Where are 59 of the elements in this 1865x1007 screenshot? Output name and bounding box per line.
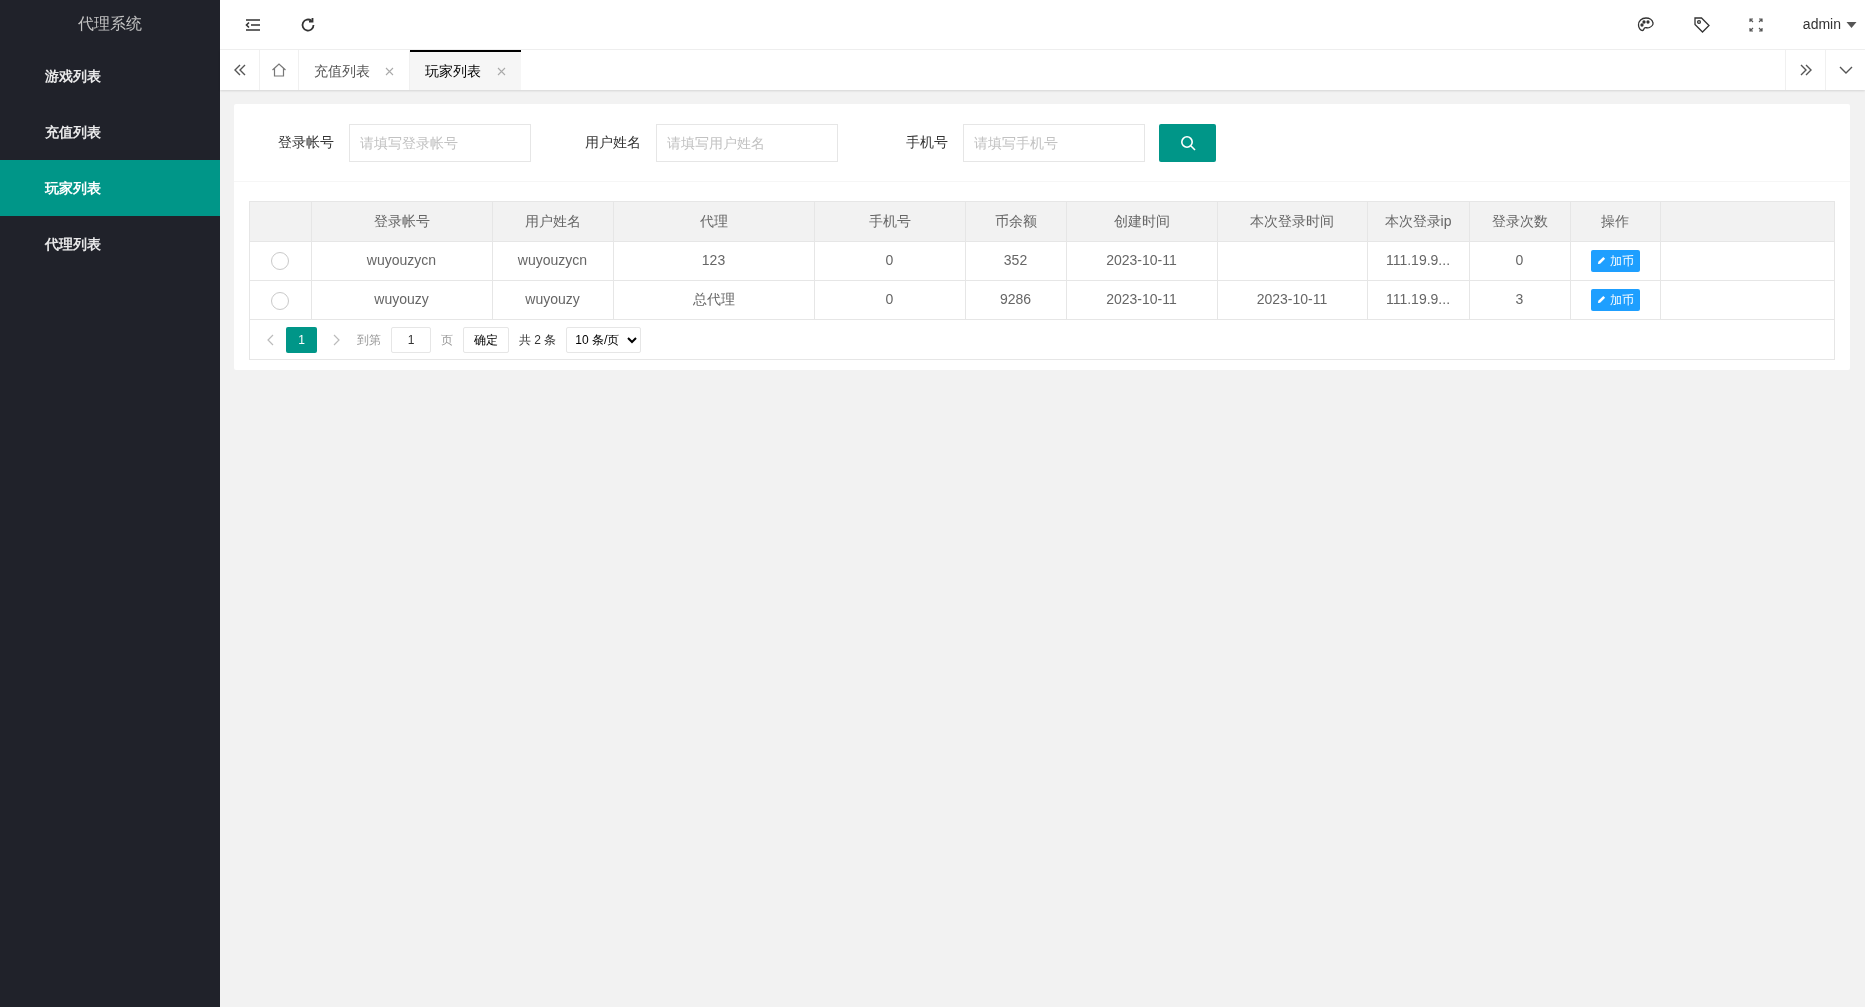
search-field[interactable]: 请填写用户姓名 [656, 123, 838, 162]
table-cell: wuyouzy [525, 291, 580, 308]
column-header: 手机号 [868, 212, 911, 229]
table-cell: 2023-10-11 [1256, 291, 1328, 308]
theme-palette-icon[interactable] [1636, 15, 1655, 34]
menu-collapse-icon[interactable] [245, 16, 261, 33]
page-tab[interactable]: 玩家列表 [410, 50, 521, 90]
table-cell: 总代理 [692, 291, 735, 308]
column-header: 登录次数 [1491, 212, 1548, 229]
sidebar-item[interactable]: 游戏列表 [0, 48, 220, 104]
table-cell: 0 [885, 291, 894, 308]
sidebar-item[interactable]: 充值列表 [0, 104, 220, 160]
field-label: 手机号 [905, 133, 948, 152]
search-icon [1179, 134, 1196, 151]
user-menu[interactable]: admin [1802, 14, 1857, 35]
refresh-icon[interactable] [300, 16, 316, 33]
total-count: 共 2 条 [519, 331, 557, 349]
column-header: 登录帐号 [373, 212, 430, 229]
search-field[interactable]: 请填写手机号 [963, 123, 1145, 162]
sidebar-item[interactable]: 代理列表 [0, 216, 220, 272]
app-title: 代理系统 [78, 14, 142, 34]
table-cell: 3 [1515, 291, 1524, 308]
column-header: 创建时间 [1113, 212, 1170, 229]
column-header: 操作 [1601, 212, 1629, 229]
table-cell: 0 [885, 252, 894, 268]
page-unit-label: 页 [441, 331, 453, 349]
table-cell: wuyouzycn [517, 252, 588, 268]
page-size-select[interactable]: 10 条/页 [566, 326, 642, 353]
column-header: 币余额 [994, 212, 1037, 229]
search-field[interactable]: 请填写登录帐号 [349, 123, 531, 162]
table-cell: 111.19.9... [1385, 291, 1451, 308]
close-icon[interactable] [497, 66, 506, 76]
table-cell: 2023-10-11 [1106, 252, 1177, 268]
table-cell: wuyouzycn [366, 252, 437, 268]
field-label: 登录帐号 [277, 133, 334, 152]
column-header: 本次登录ip [1384, 212, 1452, 229]
fullscreen-icon[interactable] [1748, 17, 1763, 32]
search-button[interactable] [1159, 123, 1216, 162]
pencil-icon [1596, 256, 1606, 265]
table-cell: 9286 [999, 291, 1032, 308]
tag-icon[interactable] [1692, 15, 1711, 34]
field-label: 用户姓名 [584, 133, 641, 152]
column-header: 用户姓名 [524, 212, 581, 229]
column-header: 本次登录时间 [1250, 212, 1334, 229]
table-cell: wuyouzy [374, 291, 429, 308]
caret-icon [1846, 21, 1857, 28]
close-icon[interactable] [385, 66, 394, 76]
column-header: 代理 [699, 212, 728, 229]
table-cell: 2023-10-11 [1106, 291, 1177, 308]
page-button[interactable]: 1 [286, 326, 317, 353]
goto-label: 到第 [357, 331, 381, 349]
table-cell: 111.19.9... [1385, 252, 1451, 268]
table-cell: 352 [1003, 252, 1028, 268]
pencil-icon [1596, 295, 1606, 305]
table-cell: 123 [701, 252, 726, 268]
page-input[interactable]: 1 [391, 326, 431, 353]
sidebar-item[interactable]: 玩家列表 [0, 160, 220, 216]
confirm-button[interactable]: 确定 [463, 326, 509, 353]
table-cell: 0 [1515, 252, 1524, 268]
